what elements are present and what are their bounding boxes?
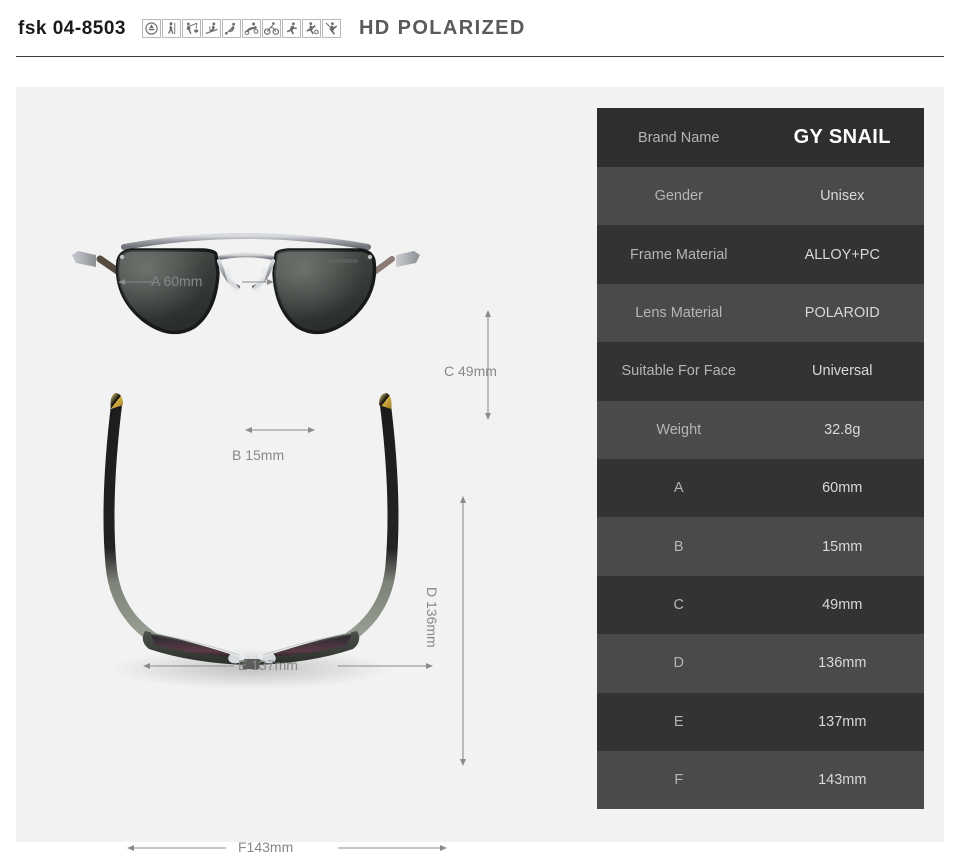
skiing-icon [201, 19, 221, 38]
spec-value: POLAROID [804, 304, 880, 321]
table-row: D 136mm [597, 634, 924, 693]
dimension-c-arrow [485, 310, 491, 420]
page-header: fsk 04-8503 HD POLARIZED [0, 0, 960, 57]
specification-table: Brand Name GY SNAIL Gender Unisex Frame … [597, 108, 924, 810]
dimension-e-arrow [143, 663, 433, 669]
spec-key: Lens Material [635, 304, 723, 321]
table-row: E 137mm [597, 692, 924, 751]
table-row: F 143mm [597, 750, 924, 810]
table-row: Suitable For Face Universal [597, 342, 924, 401]
hiking-icon [161, 19, 181, 38]
table-row: Brand Name GY SNAIL [597, 108, 924, 167]
driving-icon [141, 19, 161, 38]
spec-value: Universal [812, 363, 873, 380]
dimension-d-arrow [460, 496, 466, 766]
spec-key: Weight [656, 421, 702, 438]
spec-value: 15mm [822, 538, 863, 555]
activity-icon-strip [141, 19, 341, 38]
spec-key: Suitable For Face [621, 363, 736, 380]
spec-key: Brand Name [638, 129, 720, 146]
soccer-icon [301, 19, 321, 38]
spec-value: Unisex [820, 188, 865, 205]
spec-value: 49mm [822, 596, 863, 613]
fishing-icon [181, 19, 201, 38]
spec-key: D [673, 655, 684, 672]
hd-polarized-label: HD POLARIZED [358, 17, 526, 39]
product-sku: fsk 04-8503 [18, 17, 126, 39]
table-row: Frame Material ALLOY+PC [597, 225, 924, 284]
spec-value: 32.8g [824, 421, 861, 438]
product-detail-panel: A 60mm B 15mm C 49mm D 136mm E 137mm F14… [16, 87, 944, 855]
golf-icon [221, 19, 241, 38]
table-row: Lens Material POLAROID [597, 283, 924, 343]
spec-key: Frame Material [630, 246, 728, 263]
spec-key: B [673, 538, 684, 555]
motorcycle-icon [241, 19, 261, 38]
dimension-f-arrow [127, 845, 447, 851]
brand-name-value: GY SNAIL [793, 126, 891, 148]
table-row: B 15mm [597, 517, 924, 576]
running-icon [281, 19, 301, 38]
spec-value: 143mm [818, 772, 867, 789]
spec-key: F [674, 772, 684, 789]
climbing-icon [321, 19, 341, 38]
spec-key: Gender [654, 188, 703, 205]
table-row: Weight 32.8g [597, 400, 924, 459]
table-row: C 49mm [597, 575, 924, 635]
header-divider [16, 56, 944, 57]
spec-key: C [673, 596, 684, 613]
spec-key: A [673, 480, 684, 497]
cycling-icon [261, 19, 281, 38]
table-row: Gender Unisex [597, 167, 924, 226]
dimension-d-label: D 136mm [424, 587, 440, 648]
dimension-diagram: A 60mm B 15mm C 49mm D 136mm E 137mm F14… [16, 87, 596, 855]
spec-value: 136mm [818, 655, 867, 672]
spec-value: 60mm [822, 480, 863, 497]
table-row: A 60mm [597, 458, 924, 518]
spec-key: E [673, 713, 684, 730]
spec-value: 137mm [818, 713, 867, 730]
spec-value: ALLOY+PC [804, 246, 880, 263]
dimension-a-arrow [118, 279, 274, 285]
